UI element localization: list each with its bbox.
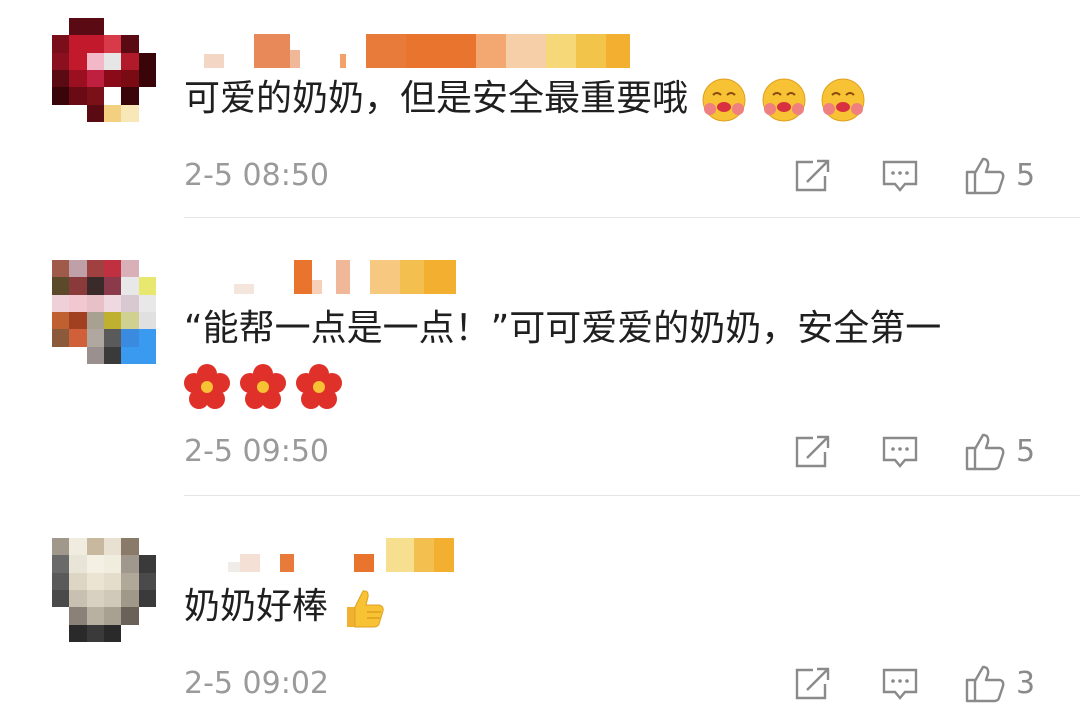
comment-text-body: 可爱的奶奶，但是安全最重要哦 <box>184 78 689 119</box>
comment-icon <box>882 668 918 700</box>
like-icon <box>965 433 1005 471</box>
comment-text: 可爱的奶奶，但是安全最重要哦 <box>184 74 866 124</box>
comment-item: “能帮一点是一点！”可可爱爱的奶奶，安全第一 2-5 09:50 5 <box>0 218 1080 496</box>
share-icon <box>795 159 830 192</box>
like-button[interactable]: 3 <box>964 664 1035 704</box>
hugging-face-icon <box>702 78 746 122</box>
like-count: 3 <box>1016 666 1036 701</box>
avatar[interactable] <box>52 538 156 642</box>
red-flower-icon <box>296 364 342 409</box>
comment-text-body: 奶奶好棒 <box>184 586 329 627</box>
comment-date: 2-5 09:02 <box>184 666 329 701</box>
red-flower-icon <box>184 364 230 409</box>
comment-text: 奶奶好棒 <box>184 582 387 632</box>
comment-date: 2-5 09:50 <box>184 434 329 469</box>
comment-item: 奶奶好棒 2-5 09:02 3 <box>0 496 1080 703</box>
comment-actions: 3 <box>790 664 1035 704</box>
comment-actions: 5 <box>790 156 1035 196</box>
like-count: 5 <box>1016 434 1036 469</box>
like-icon <box>965 157 1005 195</box>
like-count: 5 <box>1016 158 1036 193</box>
reply-button[interactable] <box>878 432 922 472</box>
username[interactable] <box>184 260 456 294</box>
comment-text: “能帮一点是一点！”可可爱爱的奶奶，安全第一 <box>184 308 942 349</box>
share-button[interactable] <box>790 664 834 704</box>
comment-date: 2-5 08:50 <box>184 158 329 193</box>
username[interactable] <box>184 34 630 68</box>
hugging-face-icon <box>762 78 806 122</box>
reply-button[interactable] <box>878 156 922 196</box>
share-button[interactable] <box>790 156 834 196</box>
like-icon <box>965 665 1005 703</box>
hugging-face-icon <box>821 78 865 122</box>
username[interactable] <box>184 538 454 572</box>
avatar[interactable] <box>52 260 156 364</box>
like-button[interactable]: 5 <box>964 156 1035 196</box>
share-button[interactable] <box>790 432 834 472</box>
comment-actions: 5 <box>790 432 1035 472</box>
thumbs-up-icon <box>347 590 385 628</box>
red-flower-icon <box>240 364 286 409</box>
like-button[interactable]: 5 <box>964 432 1035 472</box>
share-icon <box>795 667 830 700</box>
comment-icon <box>882 436 918 468</box>
reply-button[interactable] <box>878 664 922 704</box>
avatar[interactable] <box>52 18 156 122</box>
comment-item: 可爱的奶奶，但是安全最重要哦 2-5 08:50 5 <box>0 0 1080 218</box>
share-icon <box>795 435 830 468</box>
comment-emojis <box>184 364 342 410</box>
comment-icon <box>882 160 918 192</box>
